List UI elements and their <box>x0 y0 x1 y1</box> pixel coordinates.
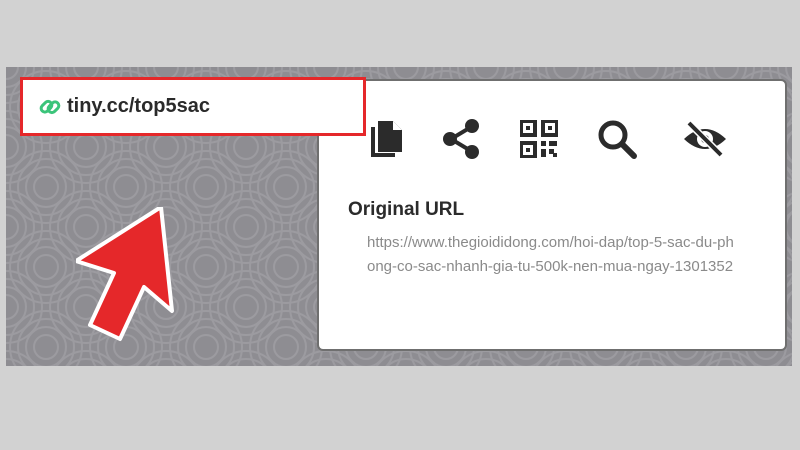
link-details-card: Original URL https://www.thegioididong.c… <box>317 79 787 351</box>
search-button[interactable] <box>593 115 641 163</box>
original-url-label: Original URL <box>348 199 465 220</box>
pointer-arrow <box>76 207 174 341</box>
copy-button[interactable] <box>363 115 411 163</box>
qr-code-icon <box>520 120 558 158</box>
qr-code-button[interactable] <box>515 115 563 163</box>
search-icon <box>598 120 637 159</box>
link-icon <box>39 99 61 114</box>
copy-icon <box>371 121 402 157</box>
eye-off-icon <box>684 120 726 158</box>
share-icon <box>443 119 479 159</box>
short-link-highlight[interactable]: tiny.cc/top5sac <box>20 77 366 136</box>
share-button[interactable] <box>437 115 485 163</box>
short-link-text: tiny.cc/top5sac <box>67 95 211 117</box>
original-url-value[interactable]: https://www.thegioididong.com/hoi-dap/to… <box>367 231 742 279</box>
hide-button[interactable] <box>681 115 729 163</box>
